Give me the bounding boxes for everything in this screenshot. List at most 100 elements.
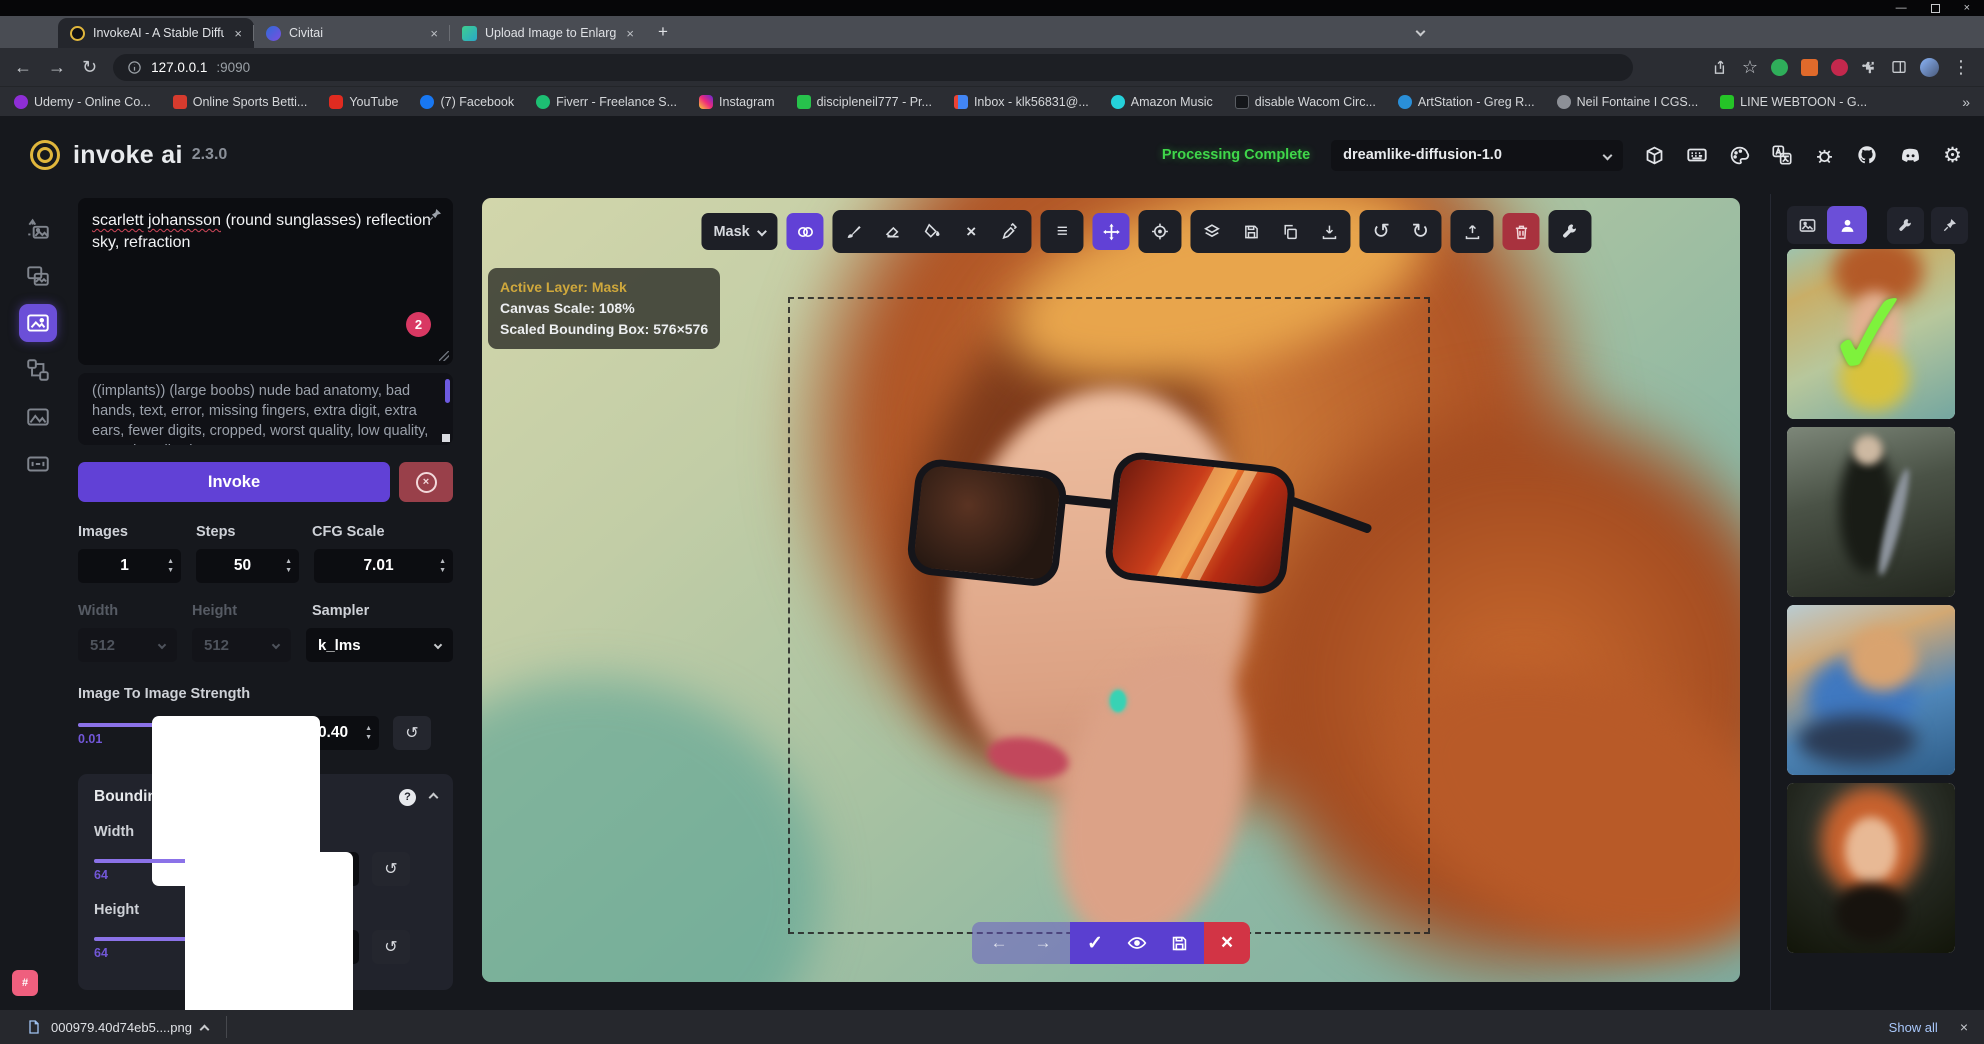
stepper-down-icon[interactable]: ▼ xyxy=(167,567,174,574)
color-picker-button[interactable] xyxy=(992,213,1029,250)
bookmark-sports[interactable]: Online Sports Betti... xyxy=(173,95,308,109)
bookmark-disciple[interactable]: discipleneil777 - Pr... xyxy=(797,95,932,109)
gallery-pin-button[interactable] xyxy=(1931,207,1968,244)
bug-report-icon[interactable] xyxy=(1814,145,1835,166)
merge-layers-button[interactable] xyxy=(1194,213,1231,250)
bookmark-instagram[interactable]: Instagram xyxy=(699,95,775,109)
cfg-input[interactable]: 7.01 ▲▼ xyxy=(314,549,453,583)
brush-tool-button[interactable] xyxy=(836,213,873,250)
next-image-button[interactable]: → xyxy=(1024,922,1062,964)
bbox-width-slider[interactable]: 641024 xyxy=(94,852,266,882)
gallery-images-tab[interactable] xyxy=(1787,206,1827,244)
url-bar[interactable]: 127.0.0.1:9090 xyxy=(113,54,1633,81)
tab-invokeai[interactable]: InvokeAI - A Stable Diffusion Too × xyxy=(58,18,254,48)
help-icon[interactable]: ? xyxy=(399,789,416,806)
bookmark-fiverr[interactable]: Fiverr - Freelance S... xyxy=(536,95,677,109)
resize-handle[interactable] xyxy=(439,351,449,361)
tab-unified-canvas[interactable] xyxy=(19,304,57,342)
console-toggle-button[interactable]: # xyxy=(12,970,38,996)
tab-text-to-image[interactable] xyxy=(19,210,57,248)
show-all-link[interactable]: Show all xyxy=(1889,1020,1938,1035)
language-icon[interactable] xyxy=(1771,144,1793,166)
cancel-button[interactable]: × xyxy=(399,462,453,502)
extension-icon-orange[interactable] xyxy=(1801,59,1818,76)
previous-image-button[interactable]: ← xyxy=(980,922,1018,964)
bookmark-webtoon[interactable]: LINE WEBTOON - G... xyxy=(1720,95,1867,109)
discard-image-button[interactable]: × xyxy=(1208,922,1246,964)
back-button[interactable]: ← xyxy=(14,57,32,77)
stepper-up-icon[interactable]: ▲ xyxy=(167,558,174,565)
github-icon[interactable] xyxy=(1856,144,1878,166)
prompt-input[interactable]: scarlett johansson (round sunglasses) re… xyxy=(78,198,453,365)
tab-close-icon[interactable]: × xyxy=(428,26,440,41)
adblock-extension-icon[interactable] xyxy=(1831,59,1848,76)
bookmark-wacom[interactable]: disable Wacom Circ... xyxy=(1235,95,1376,109)
collapse-chevron-icon[interactable] xyxy=(430,788,437,806)
new-tab-button[interactable]: + xyxy=(658,22,668,42)
extension-icon-green[interactable] xyxy=(1771,59,1788,76)
fill-tool-button[interactable] xyxy=(914,213,951,250)
download-bar-close-icon[interactable]: × xyxy=(1960,1019,1968,1035)
redo-button[interactable]: ↻ xyxy=(1402,213,1439,250)
gallery-thumbnail-2[interactable] xyxy=(1787,427,1955,597)
canvas-options-button[interactable]: ≡ xyxy=(1044,213,1081,250)
gallery-thumbnail-1[interactable]: ✓ xyxy=(1787,249,1955,419)
clear-mask-button[interactable]: × xyxy=(953,213,990,250)
strength-slider[interactable]: 0.011 xyxy=(78,716,283,746)
move-tool-button[interactable] xyxy=(1093,213,1130,250)
accept-image-button[interactable]: ✓ xyxy=(1076,922,1114,964)
stepper-down-icon[interactable]: ▼ xyxy=(439,567,446,574)
site-info-icon[interactable] xyxy=(127,60,142,75)
settings-gear-icon[interactable]: ⚙ xyxy=(1943,145,1962,166)
browser-menu-icon[interactable]: ⋮ xyxy=(1952,57,1970,77)
strength-reset-button[interactable]: ↺ xyxy=(393,716,431,750)
eraser-tool-button[interactable] xyxy=(875,213,912,250)
tab-civitai[interactable]: Civitai × xyxy=(254,18,450,48)
profile-avatar[interactable] xyxy=(1920,58,1939,77)
bookmarks-overflow-chevron[interactable]: » xyxy=(1962,94,1970,110)
gallery-thumbnail-3[interactable] xyxy=(1787,605,1955,775)
bookmark-youtube[interactable]: YouTube xyxy=(329,95,398,109)
tab-close-icon[interactable]: × xyxy=(624,26,636,41)
mask-options-button[interactable] xyxy=(787,213,824,250)
bookmark-facebook[interactable]: (7) Facebook xyxy=(420,95,514,109)
invoke-button[interactable]: Invoke xyxy=(78,462,390,502)
tab-nodes[interactable] xyxy=(19,351,57,389)
gallery-thumbnail-4[interactable] xyxy=(1787,783,1955,953)
download-button[interactable] xyxy=(1311,213,1348,250)
gallery-settings-button[interactable] xyxy=(1887,207,1924,244)
model-manager-icon[interactable] xyxy=(1644,145,1665,166)
tab-upscale[interactable]: Upload Image to Enlarge & Enha × xyxy=(450,18,646,48)
forward-button[interactable]: → xyxy=(48,57,66,77)
window-close-button[interactable]: × xyxy=(1964,2,1970,14)
clear-canvas-button[interactable] xyxy=(1503,213,1540,250)
bookmark-udemy[interactable]: Udemy - Online Co... xyxy=(14,95,151,109)
negative-prompt-input[interactable]: ((implants)) (large boobs) nude bad anat… xyxy=(78,373,453,445)
stepper-down-icon[interactable]: ▼ xyxy=(365,734,372,741)
reload-button[interactable]: ↻ xyxy=(82,57,97,77)
tab-image-to-image[interactable] xyxy=(19,257,57,295)
height-select[interactable]: 512 xyxy=(192,628,291,662)
resize-handle[interactable] xyxy=(442,434,450,442)
download-item[interactable]: 000979.40d74eb5....png xyxy=(16,1010,218,1044)
images-input[interactable]: 1 ▲▼ xyxy=(78,549,181,583)
upload-button[interactable] xyxy=(1454,213,1491,250)
scrollbar-thumb[interactable] xyxy=(445,379,450,403)
tab-postprocess[interactable] xyxy=(19,398,57,436)
share-icon[interactable] xyxy=(1712,59,1729,76)
canvas-artwork[interactable]: Mask xyxy=(482,198,1740,982)
sampler-select[interactable]: k_lms xyxy=(306,628,453,662)
canvas-settings-button[interactable] xyxy=(1552,213,1589,250)
bookmark-neil-fontaine[interactable]: Neil Fontaine I CGS... xyxy=(1557,95,1699,109)
restore-button[interactable] xyxy=(1931,4,1940,13)
tab-close-icon[interactable]: × xyxy=(232,26,244,41)
bookmark-inbox[interactable]: Inbox - klk56831@... xyxy=(954,95,1089,109)
tab-search-chevron-icon[interactable] xyxy=(1417,22,1424,40)
bbox-width-reset-button[interactable]: ↺ xyxy=(372,852,410,886)
layer-select[interactable]: Mask xyxy=(701,213,777,250)
bookmark-amazon-music[interactable]: Amazon Music xyxy=(1111,95,1213,109)
extensions-puzzle-icon[interactable] xyxy=(1861,59,1878,76)
steps-input[interactable]: 50 ▲▼ xyxy=(196,549,299,583)
save-staging-button[interactable] xyxy=(1160,922,1198,964)
reset-view-button[interactable] xyxy=(1142,213,1179,250)
